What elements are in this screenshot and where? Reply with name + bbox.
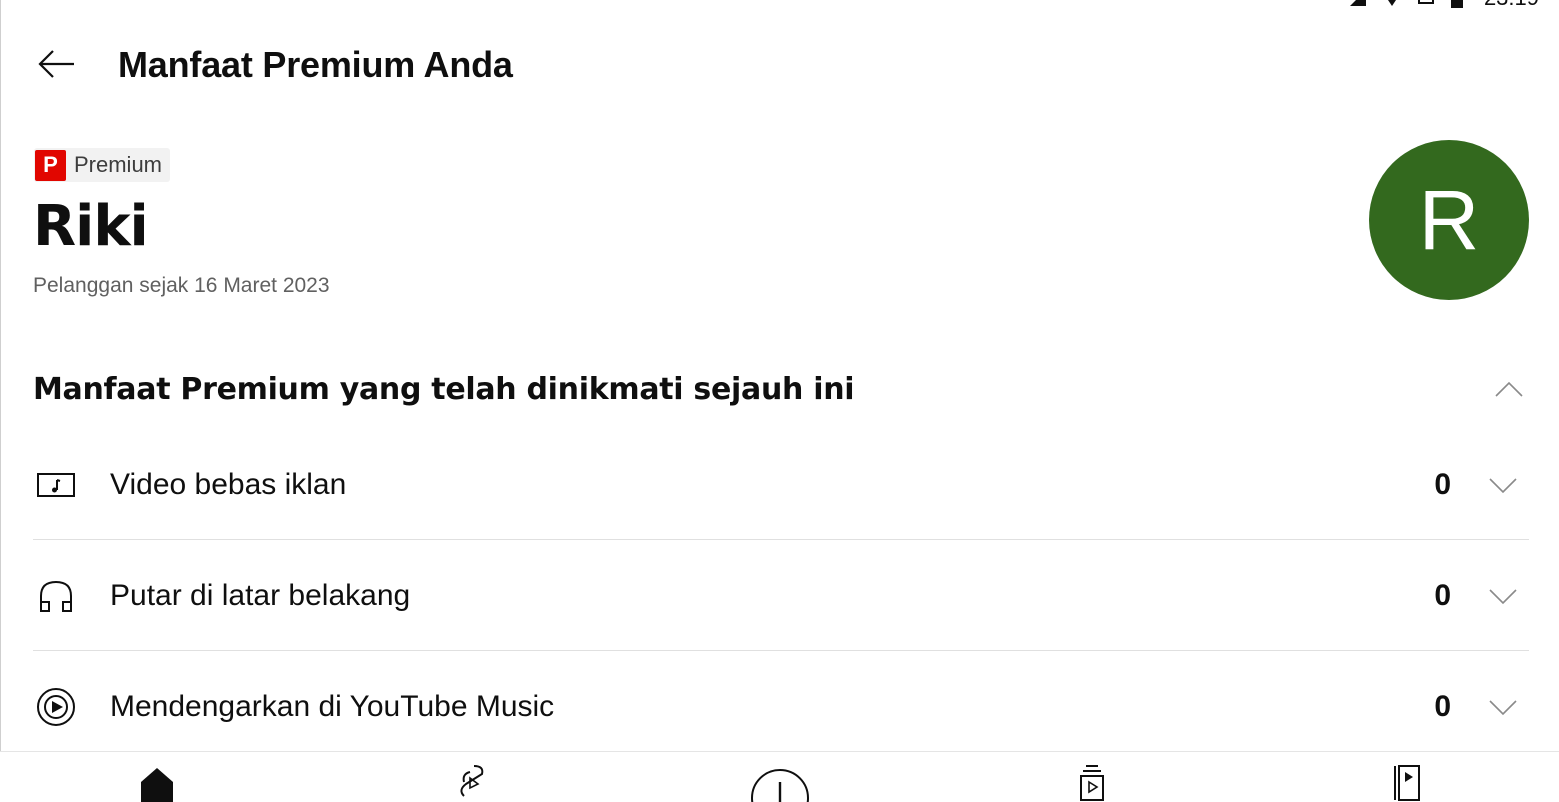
premium-badge-label: Premium [74, 152, 163, 177]
home-icon [141, 768, 173, 802]
nav-subscriptions[interactable] [1062, 762, 1122, 802]
expand-button[interactable] [1483, 465, 1523, 505]
expand-button[interactable] [1483, 687, 1523, 727]
chevron-up-icon [1495, 381, 1523, 397]
expand-button[interactable] [1483, 576, 1523, 616]
benefit-label: Putar di latar belakang [110, 579, 411, 612]
divider [33, 650, 1529, 651]
chevron-down-icon [1489, 700, 1517, 716]
benefit-count: 0 [1434, 690, 1451, 723]
benefit-row-ad-free[interactable]: Video bebas iklan 0 [33, 430, 1529, 540]
page-title: Manfaat Premium Anda [118, 44, 513, 85]
member-since: Pelanggan sejak 16 Maret 2023 [33, 274, 330, 297]
benefit-label: Video bebas iklan [110, 468, 347, 501]
back-button[interactable] [34, 42, 78, 86]
premium-badge: P Premium [34, 148, 171, 182]
avatar[interactable]: R [1369, 140, 1529, 300]
nav-home[interactable] [127, 762, 187, 802]
avatar-initial: R [1418, 172, 1480, 267]
ad-free-video-icon [33, 462, 79, 508]
benefits-section-header[interactable]: Manfaat Premium yang telah dinikmati sej… [33, 366, 1529, 412]
nav-library[interactable] [1375, 762, 1435, 802]
benefit-row-youtube-music[interactable]: Mendengarkan di YouTube Music 0 [33, 652, 1529, 762]
benefits-section-title: Manfaat Premium yang telah dinikmati sej… [33, 371, 855, 407]
arrow-left-icon [38, 50, 74, 78]
benefit-row-background-play[interactable]: Putar di latar belakang 0 [33, 541, 1529, 651]
top-app-bar: Manfaat Premium Anda [0, 0, 1559, 130]
premium-logo-icon: P [35, 149, 66, 181]
youtube-music-icon [33, 684, 79, 730]
divider [33, 539, 1529, 540]
subscriptions-icon [1080, 765, 1104, 801]
collapse-button[interactable] [1489, 369, 1529, 409]
benefit-count: 0 [1434, 468, 1451, 501]
library-icon [1394, 765, 1420, 801]
shorts-icon [460, 765, 484, 797]
headphones-icon [33, 573, 79, 619]
bottom-navigation [0, 751, 1559, 802]
benefit-label: Mendengarkan di YouTube Music [110, 690, 555, 723]
nav-shorts[interactable] [440, 762, 500, 802]
chevron-down-icon [1489, 478, 1517, 494]
benefit-count: 0 [1434, 579, 1451, 612]
user-name: Riki [33, 194, 149, 259]
create-icon [751, 769, 809, 802]
nav-create[interactable] [750, 762, 810, 802]
chevron-down-icon [1489, 589, 1517, 605]
